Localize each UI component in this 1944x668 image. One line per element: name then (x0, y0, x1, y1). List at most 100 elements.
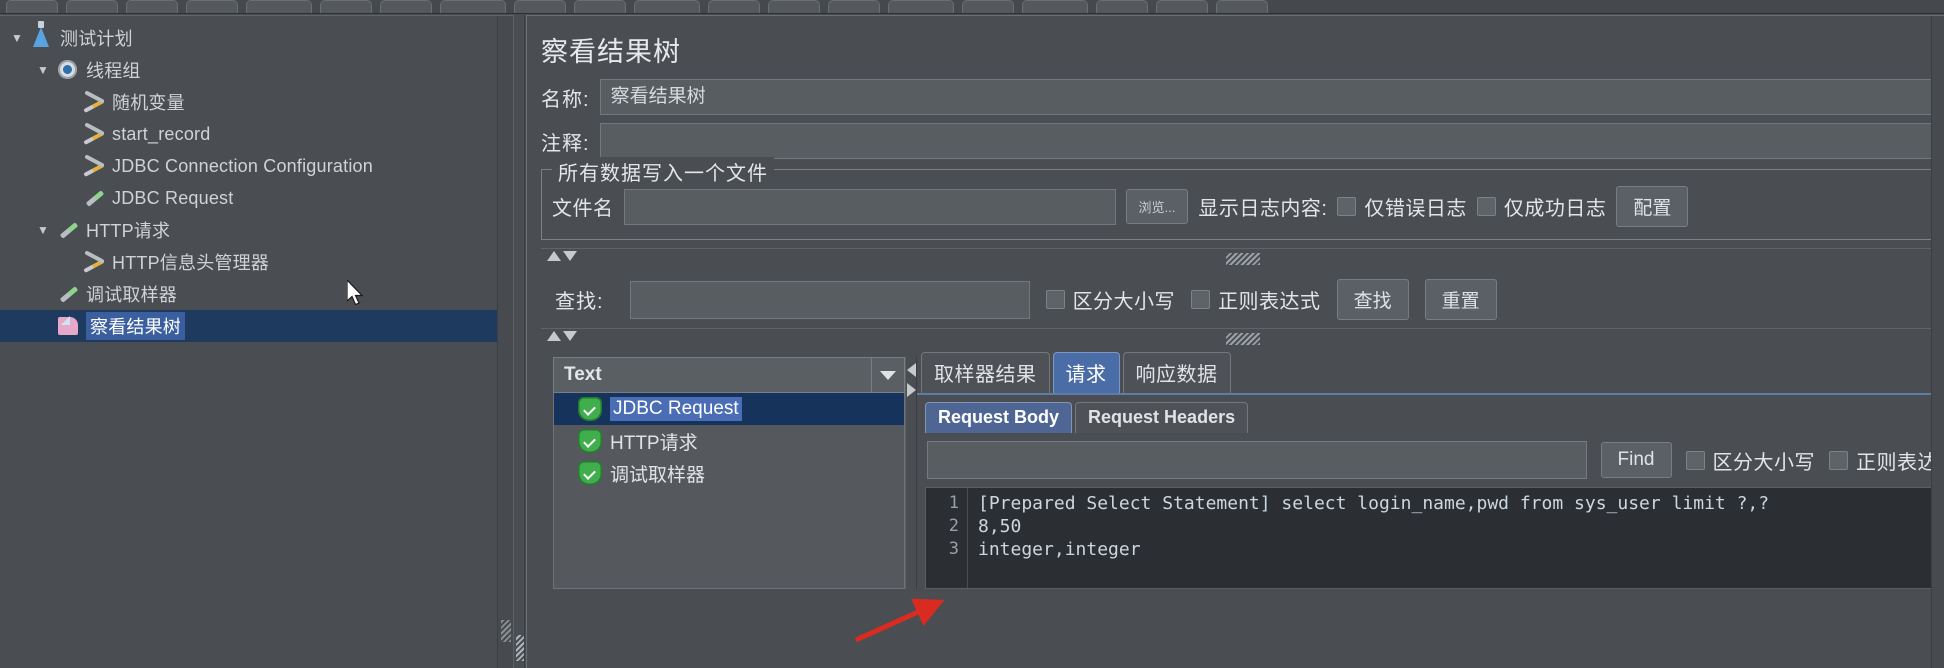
toolbar-button[interactable] (888, 0, 954, 13)
find-button[interactable]: 查找 (1336, 279, 1409, 320)
search-regex-checkbox[interactable]: 正则表达式 (1191, 285, 1321, 314)
code-regex-label: 正则表达 (1856, 451, 1938, 474)
toolbar-button[interactable] (1022, 0, 1088, 13)
name-field-row: 名称: 察看结果树 (541, 79, 1934, 115)
search-label: 查找: (555, 291, 604, 313)
test-plan-tree-panel: ▼ 测试计划 ▼ 线程组 随机变量 start_record JDBC Connection… (0, 15, 513, 668)
collapse-right-icon[interactable] (907, 383, 916, 397)
chevron-down-icon[interactable] (871, 358, 904, 392)
main-vertical-splitter[interactable] (513, 15, 525, 668)
comment-input[interactable] (599, 123, 1934, 159)
tree-expand-toggle-icon[interactable]: ▼ (32, 224, 54, 236)
tree-expand-toggle-icon[interactable]: ▼ (6, 32, 28, 44)
reset-button[interactable]: 重置 (1424, 279, 1497, 320)
splitter-arrows[interactable] (547, 251, 577, 261)
browse-button[interactable]: 浏览... (1125, 189, 1189, 224)
toolbar-button[interactable] (246, 0, 312, 13)
toolbar-button[interactable] (634, 0, 700, 13)
detail-tabs[interactable]: 取样器结果 请求 响应数据 (917, 352, 1944, 393)
code-line-number-2: 2 (948, 516, 959, 536)
sampler-results-list[interactable]: JDBC Request HTTP请求 调试取样器 (553, 393, 905, 589)
results-splitter[interactable] (905, 357, 917, 589)
collapse-down-icon[interactable] (563, 331, 577, 341)
collapse-up-icon[interactable] (547, 251, 561, 261)
tree-node-label: HTTP信息头管理器 (112, 253, 269, 273)
right-panel-scrollbar[interactable] (1931, 16, 1944, 668)
horizontal-splitter-top[interactable] (541, 248, 1944, 269)
filename-label: 文件名 (552, 198, 614, 220)
toolbar-button[interactable] (1216, 0, 1268, 13)
comment-field-row: 注释: (541, 123, 1934, 159)
code-content[interactable]: [Prepared Select Statement] select login… (968, 488, 1943, 588)
collapse-up-icon[interactable] (547, 331, 561, 341)
gear-icon (54, 57, 84, 83)
detail-tab-1[interactable]: 请求 (1052, 352, 1120, 393)
toolbar-button[interactable] (574, 0, 626, 13)
tree-node-0[interactable]: ▼ 测试计划 (0, 21, 497, 54)
toolbar-button[interactable] (828, 0, 880, 13)
tree-node-8[interactable]: 调试取样器 (0, 278, 497, 310)
tree-node-4[interactable]: JDBC Connection Configuration (0, 150, 497, 182)
tree-node-label: JDBC Connection Configuration (112, 155, 373, 176)
pipette-icon (54, 281, 84, 307)
toolbar (0, 0, 1944, 14)
tree-node-5[interactable]: JDBC Request (0, 182, 497, 214)
result-list-item-1[interactable]: HTTP请求 (554, 425, 904, 457)
request-subtab-1[interactable]: Request Headers (1075, 402, 1249, 433)
toolbar-button[interactable] (126, 0, 178, 13)
toolbar-button[interactable] (1096, 0, 1148, 13)
search-case-sensitive-checkbox[interactable]: 区分大小写 (1045, 285, 1176, 314)
horizontal-splitter-bottom[interactable] (541, 328, 1944, 349)
result-list-item-label: JDBC Request (610, 397, 742, 421)
detail-tab-column: 取样器结果 请求 响应数据 Request Body Request Headers … (917, 352, 1944, 589)
result-list-item-0[interactable]: JDBC Request (554, 393, 904, 425)
tree-node-3[interactable]: start_record (0, 118, 497, 150)
view-renderer-select[interactable]: Text (553, 357, 905, 393)
tree-node-2[interactable]: 随机变量 (0, 86, 497, 118)
tree-node-6[interactable]: ▼ HTTP请求 (0, 214, 497, 246)
detail-tab-2[interactable]: 响应数据 (1122, 352, 1231, 393)
configure-button[interactable]: 配置 (1616, 186, 1689, 227)
toolbar-button[interactable] (962, 0, 1014, 13)
code-find-button[interactable]: Find (1600, 442, 1672, 478)
splitter-grip-icon (516, 635, 524, 661)
tree-node-1[interactable]: ▼ 线程组 (0, 54, 497, 86)
errors-only-checkbox[interactable]: 仅错误日志 (1337, 192, 1467, 221)
filename-input[interactable] (623, 188, 1116, 225)
toolbar-button[interactable] (320, 0, 372, 13)
result-list-item-2[interactable]: 调试取样器 (554, 457, 904, 489)
tree-node-7[interactable]: HTTP信息头管理器 (0, 246, 497, 278)
search-input[interactable] (629, 280, 1030, 319)
success-only-checkbox[interactable]: 仅成功日志 (1476, 192, 1607, 221)
success-shield-icon (578, 429, 602, 453)
tree-node-9[interactable]: 察看结果树 (0, 310, 497, 342)
request-body-code-view[interactable]: 1 2 3 [Prepared Select Statement] select l… (925, 487, 1944, 589)
collapse-down-icon[interactable] (563, 251, 577, 261)
code-case-sensitive-checkbox[interactable]: 区分大小写 (1685, 446, 1816, 475)
code-regex-checkbox[interactable]: 正则表达 (1829, 446, 1938, 475)
splitter-arrows[interactable] (547, 331, 577, 341)
toolbar-button[interactable] (768, 0, 820, 13)
code-line-3: integer,integer (978, 539, 1141, 560)
toolbar-button[interactable] (708, 0, 760, 13)
test-plan-tree[interactable]: ▼ 测试计划 ▼ 线程组 随机变量 start_record JDBC Connection… (0, 16, 497, 668)
tree-node-label: 测试计划 (60, 29, 133, 49)
toolbar-button[interactable] (380, 0, 432, 13)
collapse-left-icon[interactable] (907, 363, 916, 377)
toolbar-button[interactable] (6, 0, 58, 13)
request-subtabs[interactable]: Request Body Request Headers (921, 401, 1944, 433)
toolbar-button[interactable] (66, 0, 118, 13)
toolbar-button[interactable] (186, 0, 238, 13)
toolbar-button[interactable] (514, 0, 566, 13)
jmeter-window: ▼ 测试计划 ▼ 线程组 随机变量 start_record JDBC Connection… (0, 0, 1944, 668)
request-subtab-0[interactable]: Request Body (925, 402, 1073, 433)
toolbar-button[interactable] (1156, 0, 1208, 13)
tree-expand-toggle-icon[interactable]: ▼ (32, 64, 54, 76)
toolbar-button[interactable] (440, 0, 506, 13)
write-all-data-groupbox: 所有数据写入一个文件 文件名 浏览... 显示日志内容: 仅错误日志 仅成功日志… (541, 157, 1934, 240)
filename-row: 文件名 浏览... 显示日志内容: 仅错误日志 仅成功日志 配置 (552, 186, 1923, 227)
detail-tab-0[interactable]: 取样器结果 (921, 352, 1050, 393)
name-input[interactable]: 察看结果树 (599, 79, 1934, 115)
tree-vertical-scrollbar[interactable] (497, 16, 513, 668)
code-find-input[interactable] (927, 441, 1587, 479)
